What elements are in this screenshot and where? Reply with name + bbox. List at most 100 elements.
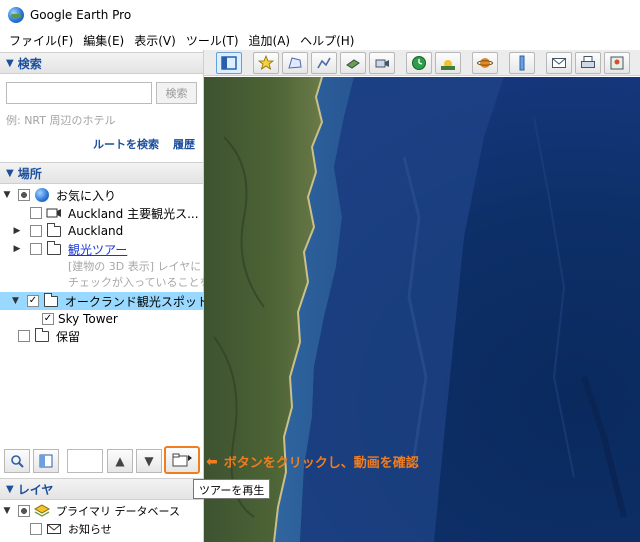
layers-section-header[interactable]: ▼ レイヤ xyxy=(0,478,204,500)
folder-icon xyxy=(46,222,62,238)
record-tour-button[interactable] xyxy=(369,51,395,74)
search-places-button[interactable] xyxy=(4,449,30,473)
menu-edit[interactable]: 編集(E) xyxy=(78,32,129,49)
expand-arrow-icon[interactable]: ▶ xyxy=(12,244,22,254)
sunlight-button[interactable] xyxy=(435,51,461,74)
instruction-annotation: ⬅ ボタンをクリックし、動画を確認 xyxy=(206,452,419,472)
ruler-button[interactable] xyxy=(509,51,535,74)
ruler-icon xyxy=(519,55,525,70)
folder-open-icon xyxy=(43,292,59,308)
checkbox[interactable] xyxy=(30,523,42,535)
search-input[interactable] xyxy=(6,82,152,104)
folder-play-icon xyxy=(172,453,192,467)
move-up-button[interactable]: ▲ xyxy=(107,449,133,473)
arrow-left-icon: ⬅ xyxy=(206,453,218,470)
tree-item-label: オークランド観光スポット xyxy=(64,294,209,309)
checkbox[interactable] xyxy=(18,189,30,201)
planet-icon xyxy=(477,57,493,68)
checkbox[interactable] xyxy=(18,505,30,517)
search-header-label: 検索 xyxy=(17,56,42,71)
checkbox[interactable] xyxy=(30,225,42,237)
historical-imagery-button[interactable] xyxy=(406,51,432,74)
layers-stack-icon xyxy=(34,504,50,518)
layer-item-primary-db[interactable]: ▼ プライマリ データベース xyxy=(0,502,180,520)
tree-item-auckland[interactable]: ▶ Auckland xyxy=(0,222,204,240)
route-search-link[interactable]: ルートを検索 xyxy=(93,136,159,152)
tree-item-sightseeing-tour[interactable]: ▶ 観光ツアー xyxy=(0,240,204,258)
envelope-icon xyxy=(46,522,62,536)
checkbox[interactable] xyxy=(18,330,30,342)
checkbox[interactable]: ✓ xyxy=(42,313,54,325)
google-earth-app-icon xyxy=(8,7,24,23)
play-tour-tooltip: ツアーを再生 xyxy=(193,479,271,499)
tree-item-pending[interactable]: 保留 xyxy=(0,327,204,345)
expand-arrow-icon[interactable]: ▼ xyxy=(2,506,12,516)
switch-planet-button[interactable] xyxy=(472,51,498,74)
tree-item-link-label[interactable]: 観光ツアー xyxy=(68,241,127,258)
play-tour-button[interactable] xyxy=(164,446,200,474)
image-overlay-icon xyxy=(346,58,360,69)
expand-arrow-icon[interactable]: ▼ xyxy=(2,190,12,200)
arrow-up-icon: ▲ xyxy=(115,454,125,468)
record-tour-icon xyxy=(375,59,389,67)
globe-icon xyxy=(34,188,50,202)
tree-item-label: お気に入り xyxy=(56,188,117,203)
polygon-icon xyxy=(288,56,302,69)
print-button[interactable] xyxy=(575,51,601,74)
expand-arrow-icon[interactable]: ▶ xyxy=(12,226,22,236)
checkbox[interactable]: ✓ xyxy=(26,295,39,307)
menu-tools[interactable]: ツール(T) xyxy=(181,32,244,49)
tree-item-sky-tower[interactable]: ✓ Sky Tower xyxy=(0,310,204,328)
annotation-text: ボタンをクリックし、動画を確認 xyxy=(223,456,419,471)
layer-item-label: プライマリ データベース xyxy=(56,505,180,518)
menu-add[interactable]: 追加(A) xyxy=(244,32,296,49)
tree-item-label: Auckland 主要観光ス... xyxy=(68,206,199,221)
path-icon xyxy=(317,57,331,68)
email-button[interactable] xyxy=(546,51,572,74)
sidebar-toggle-button[interactable] xyxy=(216,51,242,74)
add-placemark-button[interactable] xyxy=(253,51,279,74)
history-link[interactable]: 履歴 xyxy=(173,136,195,152)
move-down-button[interactable]: ▼ xyxy=(136,449,162,473)
panel-toggle-button[interactable] xyxy=(33,449,59,473)
left-panel: ▼ 検索 検索 例: NRT 周辺のホテル ルートを検索 履歴 ▼ 場所 ▼ お… xyxy=(0,50,221,542)
places-section-header[interactable]: ▼ 場所 xyxy=(0,162,203,184)
search-section-header[interactable]: ▼ 検索 xyxy=(0,52,203,74)
tree-item-auckland-tour[interactable]: Auckland 主要観光ス... xyxy=(0,204,204,222)
checkbox[interactable] xyxy=(30,243,42,255)
add-image-overlay-button[interactable] xyxy=(340,51,366,74)
places-tree: ▼ お気に入り Auckland 主要観光ス... ▶ Auckland ▶ 観… xyxy=(0,184,221,454)
layer-item-news[interactable]: お知らせ xyxy=(0,520,112,538)
tree-item-favorites[interactable]: ▼ お気に入り xyxy=(0,186,204,204)
menu-file[interactable]: ファイル(F) xyxy=(4,32,78,49)
layers-section: ▼ レイヤ xyxy=(0,478,204,500)
view-in-maps-button[interactable] xyxy=(604,51,630,74)
tree-item-label: Sky Tower xyxy=(58,312,118,326)
collapse-triangle-icon: ▼ xyxy=(6,167,14,179)
tour-icon xyxy=(46,206,62,220)
checkbox[interactable] xyxy=(30,207,42,219)
title-bar: Google Earth Pro xyxy=(0,0,640,30)
add-polygon-button[interactable] xyxy=(282,51,308,74)
expand-arrow-icon[interactable]: ▼ xyxy=(12,296,19,306)
menu-bar: ファイル(F) 編集(E) 表示(V) ツール(T) 追加(A) ヘルプ(H) xyxy=(0,30,640,50)
maps-icon xyxy=(610,56,624,69)
collapse-triangle-icon: ▼ xyxy=(6,57,14,69)
earth-map-view[interactable] xyxy=(204,77,640,542)
search-hint: 例: NRT 周辺のホテル xyxy=(6,114,116,127)
layer-item-label: お知らせ xyxy=(68,523,112,536)
menu-view[interactable]: 表示(V) xyxy=(129,32,181,49)
folder-icon xyxy=(34,327,50,343)
magnifier-icon xyxy=(11,455,24,468)
tree-item-label: Auckland xyxy=(68,224,124,238)
print-icon xyxy=(581,55,595,68)
sunlight-icon xyxy=(441,59,455,70)
search-button[interactable]: 検索 xyxy=(156,82,197,104)
item-number-field[interactable] xyxy=(67,449,103,473)
tree-item-description: チェックが入っていることを確 xyxy=(0,273,221,291)
add-path-button[interactable] xyxy=(311,51,337,74)
tree-item-auckland-spots[interactable]: ▼ ✓ オークランド観光スポット xyxy=(0,292,209,310)
window-title: Google Earth Pro xyxy=(30,8,132,22)
menu-help[interactable]: ヘルプ(H) xyxy=(295,32,359,49)
arrow-down-icon: ▼ xyxy=(144,454,154,468)
